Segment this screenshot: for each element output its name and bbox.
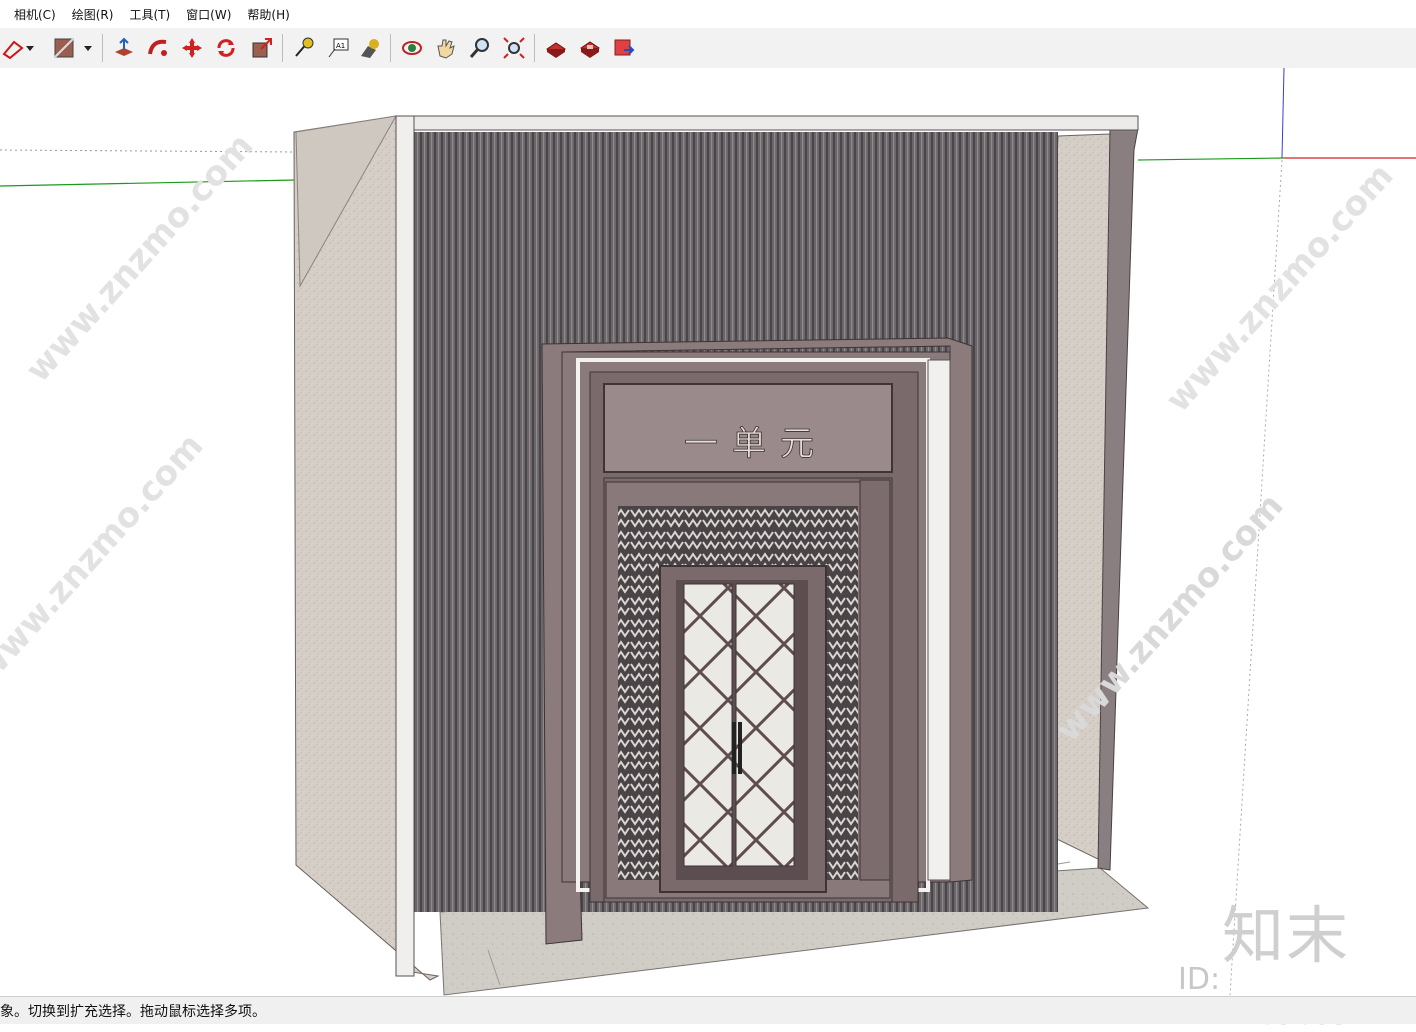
orbit-icon[interactable] [398, 34, 426, 62]
push-pull-icon[interactable] [110, 34, 138, 62]
model-viewport[interactable]: 一单元 www.znzmo.com www.znzmo.com www.znzm… [0, 68, 1416, 996]
menu-draw[interactable]: 绘图(R) [70, 6, 116, 23]
pan-hand-icon[interactable] [432, 34, 460, 62]
status-bar: 象。切换到扩充选择。拖动鼠标选择多项。 [0, 996, 1416, 1024]
warehouse-icon[interactable] [542, 34, 570, 62]
scale-icon[interactable] [248, 34, 276, 62]
text-label-icon[interactable]: A1 [324, 34, 352, 62]
follow-me-icon[interactable] [144, 34, 172, 62]
status-text: 象。切换到扩充选择。拖动鼠标选择多项。 [0, 1003, 266, 1020]
sign-text: 一单元 [684, 424, 828, 464]
paint-bucket-icon[interactable] [50, 34, 78, 62]
3d-scene: 一单元 [0, 68, 1416, 996]
zoom-extents-icon[interactable] [500, 34, 528, 62]
paint-icon[interactable] [356, 34, 384, 62]
dropdown-arrow-icon[interactable] [80, 34, 96, 62]
menu-camera[interactable]: 相机(C) [12, 6, 58, 23]
menu-help[interactable]: 帮助(H) [245, 6, 291, 23]
menu-window[interactable]: 窗口(W) [184, 6, 233, 23]
move-icon[interactable] [178, 34, 206, 62]
zoom-icon[interactable] [466, 34, 494, 62]
tape-measure-icon[interactable] [290, 34, 318, 62]
dropdown-arrow-icon[interactable] [22, 34, 38, 62]
extension-icon[interactable] [576, 34, 604, 62]
share-model-icon[interactable] [610, 34, 638, 62]
toolbar: A1 [0, 28, 1416, 69]
menu-tools[interactable]: 工具(T) [127, 6, 172, 23]
menu-bar: 相机(C) 绘图(R) 工具(T) 窗口(W) 帮助(H) [0, 0, 1416, 28]
rotate-icon[interactable] [212, 34, 240, 62]
svg-text:A1: A1 [336, 42, 345, 50]
